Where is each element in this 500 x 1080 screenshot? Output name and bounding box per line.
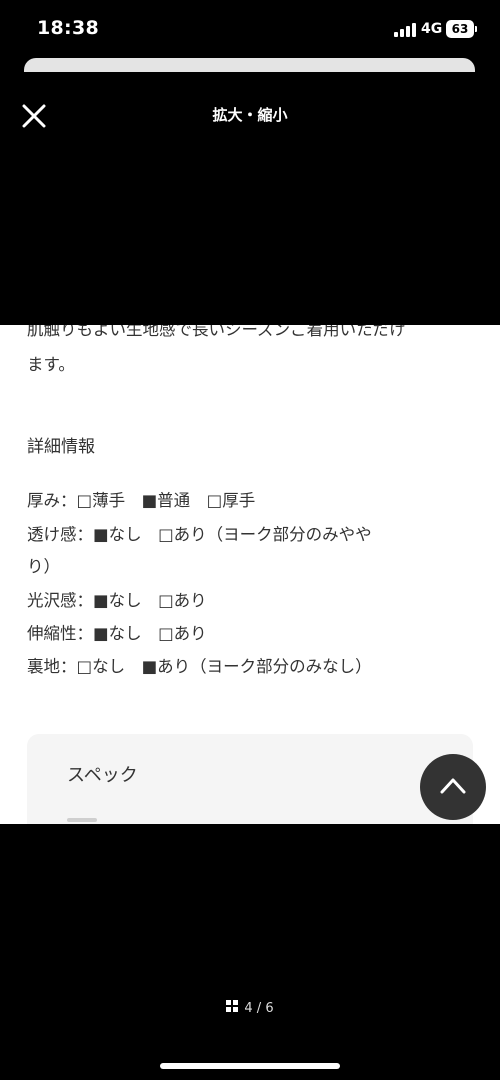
battery-icon: 63 [446,20,474,38]
status-bar: 18:38 4G 63 [0,0,500,58]
pager-text: 4 / 6 [244,1001,274,1016]
detail-gloss: 光沢感：■なし □あり [27,591,207,610]
viewer-header: 拡大・縮小 [0,72,500,325]
section-title: 詳細情報 [27,437,95,457]
spec-card: スペック [27,734,473,824]
network-label: 4G [421,21,443,37]
status-time: 18:38 [37,17,99,39]
battery-tip [475,26,477,32]
scroll-top-button[interactable] [420,754,486,820]
description-line: ます。 [27,355,75,374]
detail-transparency-cont: り） [27,557,60,576]
detail-lining: 裏地：□なし ■あり（ヨーク部分のみなし） [27,657,372,676]
zoomed-image-content[interactable]: 肌触りもよい生地感で長いシーズンご着用いただけ ます。 詳細情報 厚み：□薄手 … [0,325,500,824]
spec-title: スペック [67,765,138,786]
home-indicator[interactable] [160,1063,340,1069]
viewer-title: 拡大・縮小 [212,106,288,124]
detail-thickness: 厚み：□薄手 ■普通 □厚手 [27,491,256,510]
detail-transparency: 透け感：■なし □あり（ヨーク部分のみやや [27,525,372,544]
description-cut-line: 肌触りもよい生地感で長いシーズンご着用いただけ [27,325,406,339]
spec-cut-text [67,818,97,822]
detail-stretch: 伸縮性：■なし □あり [27,624,207,643]
image-pager: 4 / 6 [0,1000,500,1016]
grid-icon[interactable] [226,1000,239,1013]
chevron-up-icon [440,778,466,794]
signal-icon [394,23,416,37]
